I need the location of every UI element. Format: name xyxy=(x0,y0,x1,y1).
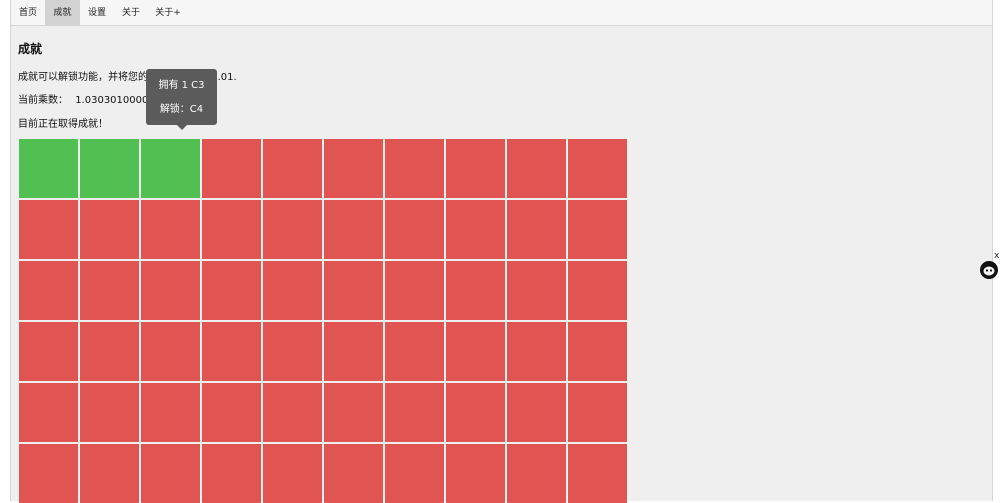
achievement-cell[interactable] xyxy=(507,444,566,503)
achievement-cell[interactable] xyxy=(80,383,139,442)
achievement-cell[interactable] xyxy=(507,383,566,442)
achievement-cell[interactable] xyxy=(385,261,444,320)
tab-bar: 首页 成就 设置 关于 关于+ xyxy=(11,0,992,26)
achievement-cell[interactable] xyxy=(141,200,200,259)
achievement-cell[interactable] xyxy=(446,444,505,503)
achievement-cell[interactable] xyxy=(202,383,261,442)
tab-home[interactable]: 首页 xyxy=(11,0,45,26)
achievement-cell[interactable] xyxy=(19,322,78,381)
achievement-cell[interactable] xyxy=(141,261,200,320)
achievement-cell[interactable] xyxy=(446,383,505,442)
achievement-cell[interactable] xyxy=(263,322,322,381)
achievement-cell[interactable] xyxy=(202,200,261,259)
achievement-cell[interactable] xyxy=(263,383,322,442)
achievement-cell[interactable] xyxy=(507,261,566,320)
achievement-cell[interactable] xyxy=(19,139,78,198)
achievement-cell[interactable] xyxy=(385,322,444,381)
achievement-cell[interactable] xyxy=(446,139,505,198)
achievement-cell[interactable] xyxy=(263,139,322,198)
tab-about[interactable]: 关于 xyxy=(114,0,148,26)
achievement-cell[interactable] xyxy=(568,383,627,442)
achievement-cell[interactable] xyxy=(141,383,200,442)
octocat-icon[interactable] xyxy=(979,260,999,280)
achievement-cell[interactable] xyxy=(80,200,139,259)
achievement-cell[interactable] xyxy=(202,444,261,503)
achievement-cell[interactable] xyxy=(324,261,383,320)
achievement-cell[interactable] xyxy=(385,139,444,198)
multiplier-line: 当前乘数： 1.0303010000 xyxy=(18,91,148,106)
achievement-cell[interactable] xyxy=(19,200,78,259)
achievement-cell[interactable] xyxy=(507,139,566,198)
tab-about-plus[interactable]: 关于+ xyxy=(148,0,188,26)
achievement-cell[interactable] xyxy=(507,322,566,381)
achievement-tooltip: 拥有 1 C3 解锁：C4 xyxy=(146,69,217,130)
achievement-cell[interactable] xyxy=(568,139,627,198)
multiplier-value: 1.0303010000 xyxy=(75,95,149,106)
achievement-cell[interactable] xyxy=(202,322,261,381)
github-corner-widget[interactable]: x xyxy=(979,251,999,279)
tooltip-requirement: 拥有 1 C3 xyxy=(158,80,205,91)
achievement-cell[interactable] xyxy=(141,139,200,198)
tooltip-arrow xyxy=(177,125,187,130)
achievement-cell[interactable] xyxy=(141,444,200,503)
achievement-cell[interactable] xyxy=(324,383,383,442)
multiplier-label: 当前乘数： xyxy=(18,95,68,106)
achievement-cell[interactable] xyxy=(19,261,78,320)
achievement-cell[interactable] xyxy=(202,139,261,198)
tab-settings[interactable]: 设置 xyxy=(80,0,114,26)
achievement-cell[interactable] xyxy=(80,444,139,503)
achievement-cell[interactable] xyxy=(385,444,444,503)
achievement-cell[interactable] xyxy=(324,200,383,259)
achievement-cell[interactable] xyxy=(324,322,383,381)
achievement-cell[interactable] xyxy=(80,261,139,320)
achievement-cell[interactable] xyxy=(202,261,261,320)
achievement-cell[interactable] xyxy=(263,261,322,320)
achievement-cell[interactable] xyxy=(141,322,200,381)
achievement-cell[interactable] xyxy=(446,200,505,259)
achievement-cell[interactable] xyxy=(324,139,383,198)
achievement-cell[interactable] xyxy=(385,383,444,442)
achievement-cell[interactable] xyxy=(19,444,78,503)
achievement-cell[interactable] xyxy=(324,444,383,503)
app-frame: 首页 成就 设置 关于 关于+ 成就 成就可以解锁功能，并将您的 DP 产量增加… xyxy=(10,0,993,503)
achievement-cell[interactable] xyxy=(19,383,78,442)
achievement-cell[interactable] xyxy=(568,200,627,259)
achievement-cell[interactable] xyxy=(263,444,322,503)
achievement-cell[interactable] xyxy=(80,322,139,381)
status-text: 目前正在取得成就！ xyxy=(18,119,108,130)
achievement-cell[interactable] xyxy=(568,322,627,381)
page-title: 成就 xyxy=(18,42,43,56)
achievement-cell[interactable] xyxy=(507,200,566,259)
achievement-cell[interactable] xyxy=(385,200,444,259)
tab-achievements[interactable]: 成就 xyxy=(45,0,80,26)
tooltip-unlock: 解锁：C4 xyxy=(159,104,204,115)
achievement-cell[interactable] xyxy=(568,444,627,503)
achievement-cell[interactable] xyxy=(263,200,322,259)
achievement-cell[interactable] xyxy=(80,139,139,198)
achievement-cell[interactable] xyxy=(568,261,627,320)
achievement-grid xyxy=(19,139,627,503)
achievement-cell[interactable] xyxy=(446,322,505,381)
achievement-cell[interactable] xyxy=(446,261,505,320)
